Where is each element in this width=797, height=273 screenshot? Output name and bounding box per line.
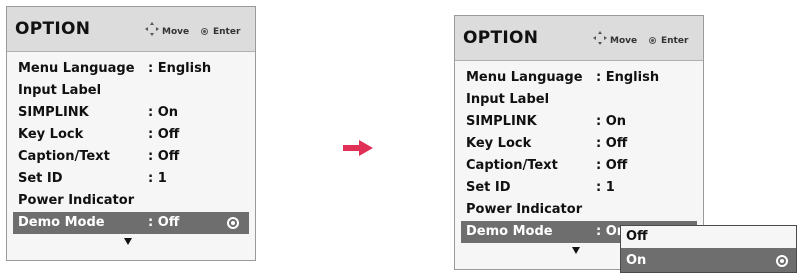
- down-arrow-icon[interactable]: [572, 247, 580, 254]
- hint-enter-label: Enter: [661, 36, 689, 46]
- menu-item-value: : Off: [148, 127, 180, 142]
- menu-item-label: Demo Mode: [466, 224, 553, 239]
- menu-item-value: : Off: [148, 149, 180, 164]
- menu-item-caption-text[interactable]: Caption/Text : Off: [461, 155, 697, 177]
- menu-item-label: SIMPLINK: [18, 105, 89, 120]
- menu-header: OPTION Move Enter: [455, 16, 703, 61]
- radio-icon: [776, 255, 788, 267]
- enter-circle-icon: [649, 37, 656, 44]
- menu-item-key-lock[interactable]: Key Lock : Off: [13, 124, 249, 146]
- menu-item-caption-text[interactable]: Caption/Text : Off: [13, 146, 249, 168]
- menu-item-value: : Off: [596, 136, 628, 151]
- demo-mode-submenu: Off On: [620, 225, 797, 273]
- radio-icon: [227, 217, 239, 229]
- menu-title: OPTION: [463, 28, 539, 48]
- menu-item-label: Caption/Text: [18, 149, 110, 164]
- menu-item-label: Input Label: [18, 83, 102, 98]
- menu-item-simplink[interactable]: SIMPLINK : On: [13, 102, 249, 124]
- submenu-option-on[interactable]: On: [621, 250, 796, 272]
- enter-circle-icon: [201, 28, 208, 35]
- menu-item-label: Key Lock: [466, 136, 532, 151]
- menu-item-value: : Off: [148, 215, 180, 230]
- move-arrows-icon: [593, 31, 607, 45]
- menu-item-power-indicator[interactable]: Power Indicator: [461, 199, 697, 221]
- menu-item-value: : On: [148, 105, 179, 120]
- menu-item-power-indicator[interactable]: Power Indicator: [13, 190, 249, 212]
- menu-item-label: Power Indicator: [18, 193, 135, 208]
- hint-move-label: Move: [162, 27, 190, 37]
- menu-item-input-label[interactable]: Input Label: [461, 89, 697, 111]
- menu-item-demo-mode[interactable]: Demo Mode : Off: [13, 212, 249, 234]
- menu-item-label: Caption/Text: [466, 158, 558, 173]
- right-arrow-icon: [343, 140, 373, 156]
- menu-item-label: Set ID: [18, 171, 63, 186]
- menu-item-set-id[interactable]: Set ID : 1: [13, 168, 249, 190]
- menu-item-value: : 1: [148, 171, 167, 186]
- menu-item-value: : English: [148, 61, 212, 76]
- menu-item-label: Power Indicator: [466, 202, 583, 217]
- menu-item-menu-language[interactable]: Menu Language : English: [461, 67, 697, 89]
- menu-header: OPTION Move Enter: [7, 7, 255, 52]
- menu-item-key-lock[interactable]: Key Lock : Off: [461, 133, 697, 155]
- menu-item-label: Menu Language: [18, 61, 135, 76]
- submenu-option-label: On: [626, 253, 647, 268]
- menu-item-simplink[interactable]: SIMPLINK : On: [461, 111, 697, 133]
- menu-item-menu-language[interactable]: Menu Language : English: [13, 58, 249, 80]
- submenu-option-label: Off: [626, 229, 648, 244]
- menu-item-value: : English: [596, 70, 660, 85]
- down-arrow-icon[interactable]: [124, 238, 132, 245]
- menu-item-label: SIMPLINK: [466, 114, 537, 129]
- menu-items: Menu Language : English Input Label SIMP…: [7, 58, 255, 234]
- submenu-option-off[interactable]: Off: [621, 226, 796, 248]
- menu-item-label: Set ID: [466, 180, 511, 195]
- menu-item-value: : On: [596, 114, 627, 129]
- menu-title: OPTION: [15, 19, 91, 39]
- move-arrows-icon: [145, 22, 159, 36]
- menu-item-label: Key Lock: [18, 127, 84, 142]
- menu-item-value: : Off: [596, 158, 628, 173]
- menu-item-value: : 1: [596, 180, 615, 195]
- menu-item-label: Demo Mode: [18, 215, 105, 230]
- menu-items: Menu Language : English Input Label SIMP…: [455, 67, 703, 243]
- option-menu-left: OPTION Move Enter Menu Language : Englis…: [6, 6, 256, 261]
- hint-move-label: Move: [610, 36, 638, 46]
- menu-item-label: Menu Language: [466, 70, 583, 85]
- menu-item-label: Input Label: [466, 92, 550, 107]
- menu-item-set-id[interactable]: Set ID : 1: [461, 177, 697, 199]
- hint-enter-label: Enter: [213, 27, 241, 37]
- menu-item-input-label[interactable]: Input Label: [13, 80, 249, 102]
